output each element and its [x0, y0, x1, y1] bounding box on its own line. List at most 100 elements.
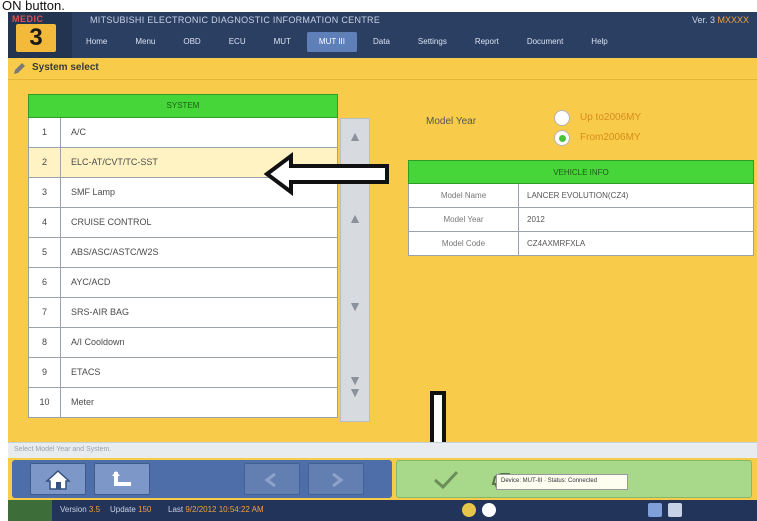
tab-report[interactable]: Report — [463, 32, 511, 52]
system-row[interactable]: 1 A/C — [28, 118, 338, 148]
system-row[interactable]: 4 CRUISE CONTROL — [28, 208, 338, 238]
previous-button[interactable] — [244, 463, 300, 495]
screen-header: System select — [8, 58, 757, 80]
tray-app-icon[interactable] — [648, 503, 662, 517]
update-info: Update 150 — [110, 505, 151, 514]
system-name: CRUISE CONTROL — [71, 217, 152, 227]
home-button[interactable] — [30, 463, 86, 495]
vehicle-info-table: VEHICLE INFO Model Name LANCER EVOLUTION… — [408, 160, 754, 274]
brand-number: 3 — [16, 24, 56, 52]
brand-logo: MEDIC 3 — [8, 12, 72, 58]
model-year-label: Model Year — [426, 116, 477, 127]
tab-help[interactable]: Help — [579, 32, 619, 52]
vehicle-info-header: VEHICLE INFO — [408, 160, 754, 184]
device-icon[interactable] — [482, 503, 496, 517]
version-label: Version — [60, 505, 87, 514]
checkmark-icon — [434, 470, 459, 490]
title-bar: MEDIC 3 MITSUBISHI ELECTRONIC DIAGNOSTIC… — [8, 12, 757, 58]
tab-obd[interactable]: OBD — [171, 32, 212, 52]
ok-button[interactable] — [423, 465, 469, 495]
info-value: 2012 — [527, 215, 545, 224]
left-chevron-icon — [264, 472, 276, 488]
system-list-header: SYSTEM — [28, 94, 338, 118]
status-bar: Select Model Year and System. — [8, 442, 757, 458]
page-up-icon[interactable]: ▲ — [345, 209, 365, 227]
system-number: 2 — [29, 148, 61, 177]
version-value: 3.5 — [88, 505, 101, 514]
system-number: 10 — [29, 388, 61, 417]
system-number: 3 — [29, 178, 61, 207]
window-info-label: Ver. 3 — [691, 15, 715, 25]
tab-data[interactable]: Data — [361, 32, 402, 52]
info-key: Model Name — [409, 184, 519, 207]
system-name: A/I Cooldown — [71, 337, 125, 347]
system-row[interactable]: 7 SRS-AIR BAG — [28, 298, 338, 328]
tab-menu[interactable]: Menu — [123, 32, 167, 52]
window-info: Ver. 3 MXXXX — [692, 15, 749, 25]
system-number: 4 — [29, 208, 61, 237]
system-number: 5 — [29, 238, 61, 267]
back-button[interactable] — [94, 463, 150, 495]
last-value: 9/2/2012 10:54:22 AM — [185, 505, 264, 514]
right-chevron-icon — [332, 472, 344, 488]
system-name: AYC/ACD — [71, 277, 111, 287]
network-icon[interactable] — [462, 503, 476, 517]
next-button[interactable] — [308, 463, 364, 495]
radio-up-to-2006[interactable] — [554, 110, 570, 126]
tab-ecu[interactable]: ECU — [217, 32, 258, 52]
tray-app-icon[interactable] — [668, 503, 682, 517]
system-number: 7 — [29, 298, 61, 327]
page-down-icon[interactable]: ▼ — [345, 297, 365, 315]
taskbar: Version 3.5 Update 150 Last 9/2/2012 10:… — [8, 500, 757, 521]
start-button[interactable] — [8, 500, 52, 521]
system-name: ABS/ASC/ASTC/W2S — [71, 247, 159, 257]
tab-settings[interactable]: Settings — [406, 32, 459, 52]
system-name: A/C — [71, 127, 87, 137]
brand-word: MEDIC — [12, 14, 44, 24]
back-arrow-icon — [112, 471, 131, 486]
update-value: 150 — [138, 505, 152, 514]
table-row: Model Code CZ4AXMRFXLA — [408, 232, 754, 256]
system-number: 9 — [29, 358, 61, 387]
vehicle-info-header-label: VEHICLE INFO — [553, 168, 609, 177]
system-row[interactable]: 6 AYC/ACD — [28, 268, 338, 298]
main-tabs: Home Menu OBD ECU MUT MUT III Data Setti… — [74, 32, 620, 54]
info-key: Model Code — [409, 232, 519, 255]
update-label: Update — [110, 505, 136, 514]
radio-from-2006[interactable] — [554, 130, 570, 146]
tab-home[interactable]: Home — [74, 32, 119, 52]
system-row[interactable]: 5 ABS/ASC/ASTC/W2S — [28, 238, 338, 268]
tab-mut-iii[interactable]: MUT III — [306, 32, 357, 52]
tray-tooltip: Device: MUT-III · Status: Connected — [496, 474, 628, 490]
model-year-option-label: Up to2006MY — [580, 112, 642, 123]
left-arrow-icon — [263, 152, 389, 196]
last-label: Last — [168, 505, 184, 514]
table-row: Model Year 2012 — [408, 208, 754, 232]
system-number: 8 — [29, 328, 61, 357]
tray-tooltip-text: Device: MUT-III · Status: Connected — [501, 478, 598, 484]
app-window: MEDIC 3 MITSUBISHI ELECTRONIC DIAGNOSTIC… — [8, 12, 757, 521]
system-name: Meter — [71, 397, 95, 407]
model-year-option-label: From2006MY — [580, 132, 641, 143]
last-update-info: Last 9/2/2012 10:54:22 AM — [168, 505, 264, 514]
info-value: CZ4AXMRFXLA — [527, 239, 586, 248]
home-icon — [45, 469, 71, 490]
system-row[interactable]: 10 Meter — [28, 388, 338, 418]
model-year-group: Model Year Up to2006MY From2006MY — [426, 110, 746, 160]
navigation-buttons — [12, 460, 392, 498]
system-row[interactable]: 8 A/I Cooldown — [28, 328, 338, 358]
table-row: Model Name LANCER EVOLUTION(CZ4) — [408, 184, 754, 208]
tab-mut[interactable]: MUT — [262, 32, 303, 52]
vehicle-info-rows: Model Name LANCER EVOLUTION(CZ4) Model Y… — [408, 184, 754, 256]
tab-document[interactable]: Document — [515, 32, 575, 52]
action-bar — [8, 458, 757, 500]
scroll-up-icon[interactable]: ▲ — [345, 127, 365, 145]
page-title: System select — [32, 62, 99, 73]
system-row[interactable]: 9 ETACS — [28, 358, 338, 388]
scroll-bottom-icon[interactable]: ▼ — [345, 383, 365, 401]
info-value: LANCER EVOLUTION(CZ4) — [527, 191, 629, 200]
status-text: Select Model Year and System. — [14, 446, 112, 453]
info-key: Model Year — [409, 208, 519, 231]
window-info-value: MXXXX — [717, 15, 749, 25]
system-name: ETACS — [71, 367, 101, 377]
